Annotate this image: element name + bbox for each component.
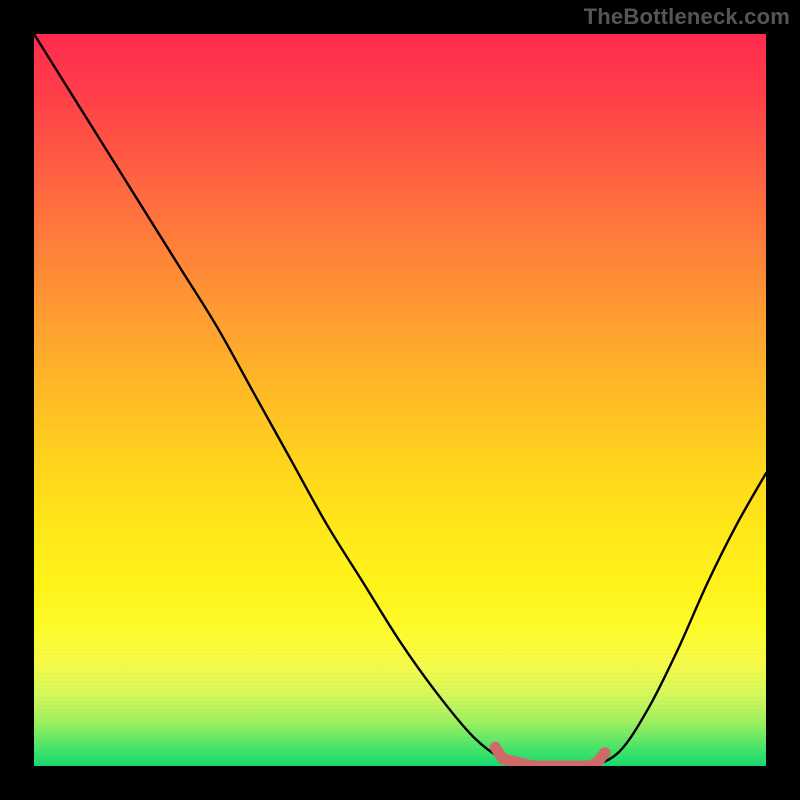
plot-area — [34, 34, 766, 766]
chart-frame: TheBottleneck.com — [0, 0, 800, 800]
watermark-text: TheBottleneck.com — [584, 4, 790, 30]
gradient-background — [34, 34, 766, 766]
